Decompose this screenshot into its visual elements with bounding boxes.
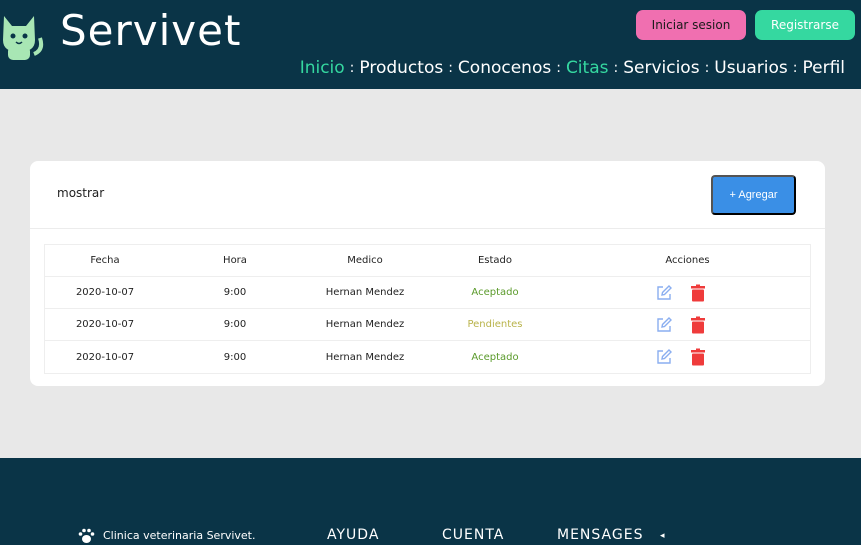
cell-fecha: 2020-10-07 [75, 351, 135, 363]
nav-separator: : [792, 60, 798, 76]
nav-servicios[interactable]: Servicios [623, 58, 699, 78]
nav-conocenos[interactable]: Conocenos [458, 58, 551, 78]
header-hora: Hora [223, 255, 247, 266]
card-toolbar: mostrar + Agregar [30, 161, 825, 229]
table-row: 2020-10-07 9:00 Hernan Mendez Pendientes [45, 309, 810, 341]
cell-estado: Pendientes [467, 319, 523, 330]
add-appointment-button[interactable]: + Agregar [711, 175, 796, 215]
cell-acciones [565, 284, 810, 302]
nav-separator: : [349, 60, 355, 76]
trash-icon[interactable] [689, 316, 707, 334]
nav-separator: : [704, 60, 710, 76]
cell-hora: 9:00 [223, 287, 247, 298]
nav-separator: : [613, 60, 619, 76]
cell-estado: Aceptado [471, 287, 519, 298]
edit-icon[interactable] [655, 284, 673, 302]
cell-acciones [565, 348, 810, 366]
header-fecha: Fecha [90, 255, 120, 266]
cell-acciones [565, 316, 810, 334]
appointments-table: Fecha Hora Medico Estado Acciones 2020-1… [44, 244, 811, 374]
table-header-row: Fecha Hora Medico Estado Acciones [45, 245, 810, 277]
cell-hora: 9:00 [223, 319, 247, 330]
edit-icon[interactable] [655, 316, 673, 334]
table-row: 2020-10-07 9:00 Hernan Mendez Aceptado [45, 277, 810, 309]
nav-usuarios[interactable]: Usuarios [714, 58, 787, 78]
edit-icon[interactable] [655, 348, 673, 366]
site-footer: Clinica veterinaria Servivet. AYUDA CUEN… [0, 458, 861, 545]
footer-clinic-name: Clinica veterinaria Servivet. [103, 529, 256, 542]
cell-medico: Hernan Mendez [325, 319, 405, 330]
trash-icon[interactable] [689, 348, 707, 366]
trash-icon[interactable] [689, 284, 707, 302]
footer-ayuda[interactable]: AYUDA [327, 527, 379, 543]
cat-icon [3, 16, 44, 60]
header-estado: Estado [477, 255, 513, 266]
main-nav: Inicio : Productos : Conocenos : Citas :… [300, 58, 845, 78]
nav-productos[interactable]: Productos [359, 58, 443, 78]
nav-citas[interactable]: Citas [566, 58, 609, 78]
footer-arrow-icon: ◂ [660, 531, 665, 541]
header-acciones: Acciones [665, 255, 710, 266]
login-button[interactable]: Iniciar sesion [636, 10, 746, 40]
cell-medico: Hernan Mendez [325, 287, 405, 298]
nav-perfil[interactable]: Perfil [802, 58, 845, 78]
nav-separator: : [556, 60, 561, 76]
footer-mensages[interactable]: MENSAGES [557, 527, 643, 543]
header-medico: Medico [347, 255, 383, 266]
mostrar-label: mostrar [57, 186, 105, 200]
cell-estado: Aceptado [471, 351, 519, 363]
cell-hora: 9:00 [223, 351, 247, 363]
cell-fecha: 2020-10-07 [75, 319, 135, 330]
appointments-card: mostrar + Agregar Fecha Hora Medico Esta… [30, 161, 825, 386]
footer-cuenta[interactable]: CUENTA [442, 527, 504, 543]
cell-medico: Hernan Mendez [325, 351, 405, 363]
nav-inicio[interactable]: Inicio [300, 58, 345, 78]
paw-icon [78, 528, 95, 543]
register-button[interactable]: Registrarse [755, 10, 855, 40]
brand-name[interactable]: Servivet [60, 6, 241, 55]
site-header: Servivet Iniciar sesion Registrarse Inic… [0, 0, 861, 89]
nav-separator: : [448, 60, 453, 76]
cell-fecha: 2020-10-07 [75, 287, 135, 298]
table-row: 2020-10-07 9:00 Hernan Mendez Aceptado [45, 341, 810, 373]
